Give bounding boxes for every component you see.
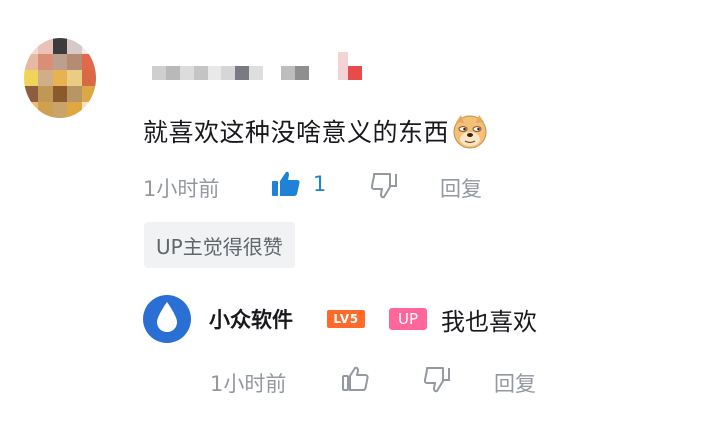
thumbs-up-icon[interactable] [341, 365, 369, 393]
comment-text: 就喜欢这种没啥意义的东西 [143, 112, 489, 150]
comment-time: 1小时前 [143, 177, 220, 201]
up-liked-tag: UP主觉得很赞 [144, 222, 295, 268]
commenter-username[interactable] [152, 48, 363, 80]
up-badge: UP [389, 308, 427, 330]
level-badge: LV5 [327, 310, 365, 328]
thumbs-down-icon[interactable] [423, 365, 451, 393]
thumbs-up-icon[interactable] [271, 170, 301, 198]
reply-avatar[interactable] [143, 295, 191, 343]
water-drop-icon [154, 300, 180, 338]
reply-time: 1小时前 [210, 372, 287, 396]
doge-emoji-icon [451, 112, 489, 150]
reply-reply-button[interactable]: 回复 [494, 368, 536, 398]
thumbs-down-icon[interactable] [370, 171, 398, 199]
comment-text-content: 就喜欢这种没啥意义的东西 [143, 118, 450, 147]
reply-text: 我也喜欢 [441, 308, 537, 336]
reply-button[interactable]: 回复 [440, 173, 482, 203]
like-count: 1 [313, 172, 327, 196]
reply-author-name[interactable]: 小众软件 [209, 304, 293, 334]
commenter-avatar[interactable] [24, 38, 96, 118]
